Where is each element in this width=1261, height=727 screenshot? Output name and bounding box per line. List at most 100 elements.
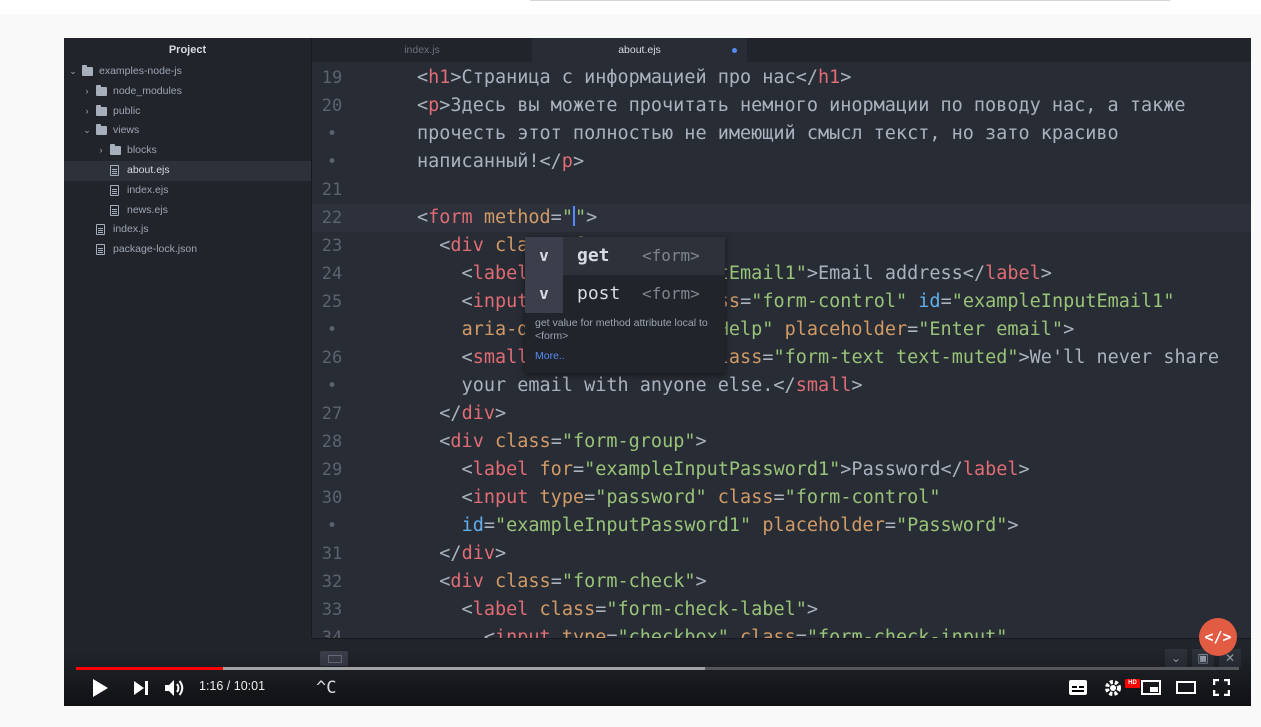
subtitles-icon[interactable] [1069,680,1087,695]
tree-item-label: index.ejs [127,183,169,196]
next-icon[interactable] [134,681,148,695]
code-token: прочесть этот полностью не имеющий смысл… [417,123,1119,144]
code-line[interactable]: 19 <h1>Страница с информацией про нас</h1… [312,64,1251,92]
code-token: < [417,235,451,256]
code-token: p [428,95,440,116]
code-line[interactable]: • прочесть этот полностью не имеющий смыс… [312,120,1251,148]
tree-item[interactable]: index.js [64,220,311,240]
code-token: "form-check-input" [806,627,1008,638]
line-number: 24 [321,264,343,284]
video-player[interactable]: Project ⌄ examples-node-js › node_modules › p… [64,38,1251,706]
code-token: > [695,571,707,592]
code-line[interactable]: 27 </div> [312,400,1251,428]
autocomplete-item-get[interactable]: v get <form> [525,237,725,275]
progress-bar[interactable] [76,667,1239,670]
line-number: 30 [321,488,343,508]
code-token: label [472,263,529,284]
code-line[interactable]: 32 <div class="form-check"> [312,568,1251,596]
tab-about-ejs[interactable]: about.ejs [532,38,747,62]
code-text: id="exampleInputPassword1" placeholder="… [417,512,1019,540]
tree-item[interactable]: › blocks [64,141,311,161]
code-line[interactable]: 33 <label class="form-check-label"> [312,596,1251,624]
code-line[interactable]: 21 [312,176,1251,204]
code-token: "form-check" [561,571,696,592]
tree-item[interactable]: index.ejs [64,181,311,201]
code-token: for [539,459,573,480]
chevron-down-icon[interactable]: ⌄ [82,121,92,141]
fullscreen-icon[interactable] [1213,679,1230,696]
chevron-right-icon[interactable]: › [82,82,92,102]
code-token: p [561,151,573,172]
code-line[interactable]: 31 </div> [312,540,1251,568]
code-line[interactable]: 25 <input type="email" class="form-contr… [312,288,1251,316]
code-line[interactable]: 28 <div class="form-group"> [312,428,1251,456]
autocomplete-item-post[interactable]: v post <form> [525,275,725,313]
code-token: class [740,627,796,638]
volume-icon[interactable] [165,679,185,697]
tree-item[interactable]: news.ejs [64,201,311,221]
tree-item[interactable]: about.ejs [64,160,311,181]
code-token: h1 [428,67,451,88]
code-token: method [483,207,551,228]
tree-item-label: blocks [127,144,157,157]
code-token: = [762,347,774,368]
code-line[interactable]: • your email with anyone else.</small> [312,372,1251,400]
code-token: = [595,599,607,620]
folder-icon [96,124,107,136]
code-text: прочесть этот полностью не имеющий смысл… [417,120,1119,148]
code-line[interactable]: 29 <label for="exampleInputPassword1">Pa… [312,456,1251,484]
tree-item[interactable]: ⌄ views [64,121,311,141]
file-icon [96,244,105,256]
code-line[interactable]: 34 <input type="checkbox" class="form-ch… [312,624,1251,638]
code-line[interactable]: 22 <form method=" "> [312,204,1251,232]
code-line[interactable]: • aria-describedby="emailHelp" placehold… [312,316,1251,344]
code-token: < [417,207,429,228]
code-token: "form-control" [751,291,908,312]
code-text: aria-describedby="emailHelp" placeholder… [417,316,1075,344]
code-token: placeholder [784,319,908,340]
play-icon[interactable] [92,679,108,697]
tab-label: index.js [404,44,440,56]
tab-index-js[interactable]: index.js [312,38,532,62]
suggestion-scope: <form> [642,246,700,265]
code-line[interactable]: 20 <p>Здесь вы можете прочитать немного и… [312,92,1251,120]
tree-item[interactable]: › public [64,102,311,122]
code-token: div [450,235,484,256]
suggestion-label: get [577,245,610,266]
top-divider [530,0,1170,1]
tree-item[interactable]: package-lock.json [64,240,311,260]
code-editor[interactable]: 19 <h1>Страница с информацией про нас</h1… [312,62,1251,638]
tree-item[interactable]: › node_modules [64,82,311,102]
miniplayer-icon[interactable] [1141,680,1161,695]
line-number: 26 [321,348,343,368]
code-token: > [851,375,863,396]
code-line[interactable]: • id="exampleInputPassword1" placeholder… [312,512,1251,540]
code-line[interactable]: 30 <input type="password" class="form-co… [312,484,1251,512]
code-line[interactable]: • написанный!</p> [312,148,1251,176]
code-line[interactable]: 23 <div class="form-group"> [312,232,1251,260]
code-token: div [461,403,495,424]
code-token: < [417,431,451,452]
chevron-right-icon[interactable]: › [82,102,92,122]
chevron-down-icon[interactable]: ⌄ [68,62,78,82]
code-token: input [494,627,551,638]
more-link[interactable]: More.. [535,350,565,362]
code-button-icon[interactable]: </> [1199,618,1237,656]
settings-gear-icon[interactable] [1104,679,1122,697]
code-line[interactable]: 26 <small id="emailHelp" class="form-tex… [312,344,1251,372]
chevron-right-icon[interactable]: › [96,141,106,161]
code-text: </div> [417,540,506,568]
code-text: <h1>Страница с информацией про нас</h1> [417,64,851,92]
code-token: label [985,263,1041,284]
code-line[interactable]: 24 <label for="exampleInputEmail1">Email… [312,260,1251,288]
code-token: < [417,95,429,116]
tree-item-label: index.js [113,223,149,236]
theater-mode-icon[interactable] [1176,680,1196,695]
tree-item[interactable]: ⌄ examples-node-js [64,62,311,82]
tree-item-label: news.ejs [127,203,168,216]
file-icon [110,204,119,216]
